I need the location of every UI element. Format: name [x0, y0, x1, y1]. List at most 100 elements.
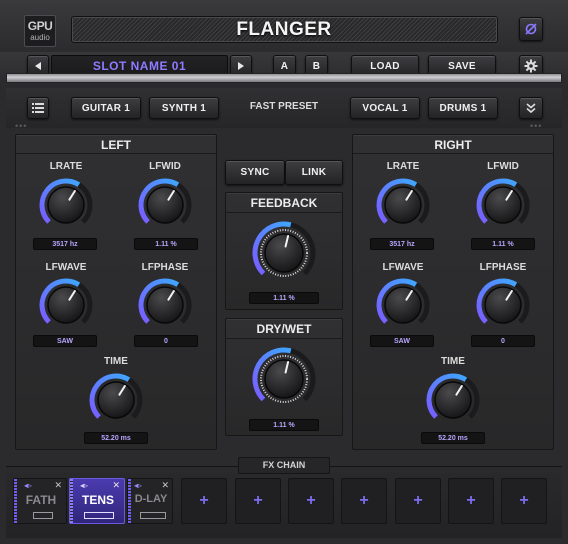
- right-lfwave-knob[interactable]: [376, 278, 430, 337]
- fx-slot-tens-name: TENS: [81, 493, 114, 507]
- right-lfwid-knob[interactable]: [476, 178, 530, 237]
- drywet-knob[interactable]: [251, 346, 317, 417]
- left-lfphase-label: LFPHASE: [141, 262, 189, 273]
- left-lrate-knob[interactable]: [39, 178, 93, 237]
- knob-body: [434, 381, 472, 419]
- left-lfwid-label: LFWID: [149, 161, 181, 172]
- fx-empty-slot-1[interactable]: +: [181, 478, 227, 524]
- knob-body: [47, 186, 85, 224]
- left-lfwid-value: 1.11 %: [134, 238, 198, 250]
- fast-preset-drums[interactable]: DRUMS 1: [428, 97, 498, 119]
- logo: GPU audio: [24, 15, 56, 47]
- knob-graphic: [39, 178, 93, 224]
- menu-button[interactable]: [27, 97, 49, 119]
- power-slash-icon: [525, 23, 537, 35]
- knob-body: [384, 186, 422, 224]
- left-lfwave-label: LFWAVE: [45, 262, 87, 273]
- fx-slot-fath-power-icon[interactable]: ◂▹: [24, 481, 32, 490]
- fx-slot-fath-close-icon[interactable]: ✕: [54, 480, 62, 491]
- gear-icon: [524, 59, 538, 73]
- fx-empty-slot-7[interactable]: +: [501, 478, 547, 524]
- fx-empty-slot-6[interactable]: +: [448, 478, 494, 524]
- right-lfwid-label: LFWID: [487, 161, 519, 172]
- slot-name: SLOT NAME 01: [92, 59, 187, 73]
- knob-body: [484, 186, 522, 224]
- knob-body: [97, 381, 135, 419]
- right-time-value: 52.20 ms: [421, 432, 485, 444]
- fx-slot-dlay-name: D-LAY: [134, 493, 168, 505]
- triangle-left-icon: [35, 62, 41, 70]
- knob-graphic: [138, 278, 192, 324]
- right-lrate-label: LRATE: [386, 161, 420, 172]
- fx-slot-tens-bar: [84, 512, 114, 519]
- left-lfwave-knob[interactable]: [39, 278, 93, 337]
- left-time-value: 52.20 ms: [84, 432, 148, 444]
- metal-strip: [6, 73, 562, 83]
- plugin-title: FLANGER: [236, 19, 332, 40]
- decor-dots-right: •••: [530, 121, 543, 131]
- right-panel-title: RIGHT: [434, 138, 472, 152]
- drywet-divider: [226, 338, 342, 339]
- fx-slot-fath-bar: [33, 512, 53, 519]
- right-time-label: TIME: [441, 356, 465, 367]
- fast-preset-guitar[interactable]: GUITAR 1: [71, 97, 141, 119]
- right-lrate-value: 3517 hz: [370, 238, 434, 250]
- fx-slot-tens-close-icon[interactable]: ✕: [112, 480, 120, 491]
- logo-line2: audio: [30, 33, 50, 42]
- expand-button[interactable]: [519, 97, 543, 119]
- fx-slot-tens-power-icon[interactable]: ◂▹: [80, 481, 88, 490]
- feedback-label: FEEDBACK: [250, 196, 318, 210]
- left-lfwave-value: SAW: [33, 335, 97, 347]
- right-lrate-knob[interactable]: [376, 178, 430, 237]
- left-lfphase-knob[interactable]: [138, 278, 192, 337]
- right-lfphase-knob[interactable]: [476, 278, 530, 337]
- fx-chain-label: FX CHAIN: [262, 460, 306, 470]
- knob-graphic: [252, 347, 316, 403]
- knob-graphic: [426, 373, 480, 419]
- fast-preset-vocal[interactable]: VOCAL 1: [350, 97, 420, 119]
- right-lfwave-label: LFWAVE: [382, 262, 424, 273]
- drywet-value: 1.11 %: [249, 419, 319, 431]
- knob-graphic: [138, 178, 192, 224]
- decor-dots-left: •••: [15, 121, 28, 131]
- left-lrate-label: LRATE: [49, 161, 83, 172]
- feedback-value: 1.11 %: [249, 292, 319, 304]
- knob-graphic: [252, 221, 316, 277]
- right-time-knob[interactable]: [426, 373, 480, 432]
- right-lfphase-label: LFPHASE: [479, 262, 527, 273]
- fx-slot-dlay-close-icon[interactable]: ✕: [161, 480, 169, 491]
- fx-slot-dlay[interactable]: ◂▹ ✕ D-LAY: [127, 478, 173, 524]
- knob-graphic: [89, 373, 143, 419]
- fx-empty-slot-4[interactable]: +: [341, 478, 387, 524]
- left-lfphase-value: 0: [134, 335, 198, 347]
- fx-empty-slot-2[interactable]: +: [235, 478, 281, 524]
- fx-slot-fath[interactable]: ◂▹ ✕ FATH: [13, 478, 67, 524]
- drywet-label: DRY/WET: [256, 322, 312, 336]
- fx-slot-fath-name: FATH: [25, 493, 57, 507]
- fx-slot-dlay-power-icon[interactable]: ◂▹: [134, 481, 142, 490]
- fast-preset-synth[interactable]: SYNTH 1: [149, 97, 219, 119]
- left-time-knob[interactable]: [89, 373, 143, 432]
- knob-body: [264, 233, 304, 273]
- fx-empty-slot-3[interactable]: +: [288, 478, 334, 524]
- bypass-button[interactable]: [519, 17, 543, 41]
- knob-body: [47, 286, 85, 324]
- fx-slot-dlay-bar: [140, 512, 166, 519]
- knob-graphic: [376, 278, 430, 324]
- double-chevron-down-icon: [526, 103, 536, 114]
- right-lfwave-value: SAW: [370, 335, 434, 347]
- fx-empty-slot-5[interactable]: +: [395, 478, 441, 524]
- feedback-divider: [226, 212, 342, 213]
- sync-button[interactable]: SYNC: [225, 160, 285, 185]
- fx-slot-tens[interactable]: ◂▹ ✕ TENS: [69, 478, 125, 524]
- knob-graphic: [476, 178, 530, 224]
- knob-graphic: [39, 278, 93, 324]
- knob-body: [146, 286, 184, 324]
- left-lfwid-knob[interactable]: [138, 178, 192, 237]
- knob-graphic: [376, 178, 430, 224]
- left-panel-title: LEFT: [101, 138, 131, 152]
- link-button[interactable]: LINK: [285, 160, 343, 185]
- knob-body: [384, 286, 422, 324]
- feedback-knob[interactable]: [251, 220, 317, 291]
- knob-graphic: [476, 278, 530, 324]
